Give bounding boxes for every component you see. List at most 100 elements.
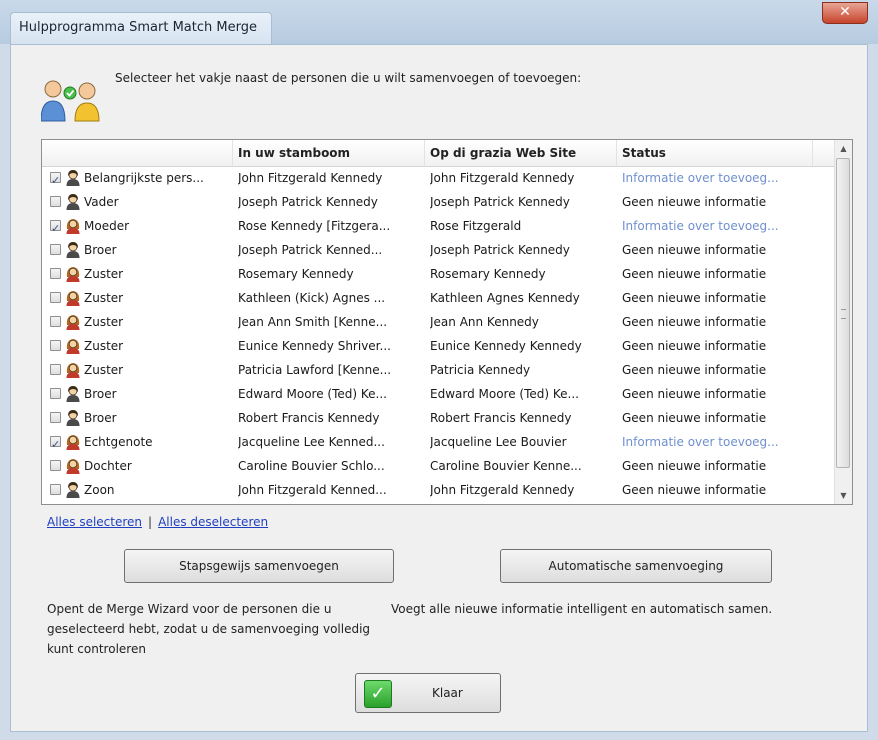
scroll-down-arrow-icon[interactable]: ▼ bbox=[835, 487, 852, 504]
row-checkbox[interactable] bbox=[50, 388, 61, 399]
relation-cell: Dochter bbox=[42, 454, 232, 478]
row-checkbox[interactable] bbox=[50, 364, 61, 375]
site-name-cell: Joseph Patrick Kennedy bbox=[430, 243, 570, 257]
table-row[interactable]: Moeder Rose Kennedy [Fitzgera... Rose Fitz… bbox=[42, 214, 836, 238]
row-checkbox[interactable] bbox=[50, 217, 61, 238]
site-name-cell: Kathleen Agnes Kennedy bbox=[430, 291, 580, 305]
row-checkbox[interactable] bbox=[50, 412, 61, 423]
female-person-icon bbox=[66, 458, 80, 474]
row-checkbox[interactable] bbox=[50, 340, 61, 351]
row-checkbox[interactable] bbox=[50, 316, 61, 327]
table-row[interactable]: Zuster Eunice Kennedy Shriver... Eunice Ke… bbox=[42, 334, 836, 358]
select-all-link[interactable]: Alles selecteren bbox=[47, 515, 142, 529]
row-checkbox[interactable] bbox=[50, 460, 61, 471]
tree-name-cell: Caroline Bouvier Schlo... bbox=[238, 459, 385, 473]
table-row[interactable]: Echtgenote Jacqueline Lee Kenned... Jacque… bbox=[42, 430, 836, 454]
relation-cell: Zuster bbox=[42, 334, 232, 358]
status-cell: Geen nieuwe informatie bbox=[622, 411, 767, 425]
relation-cell: Zuster bbox=[42, 310, 232, 334]
deselect-all-link[interactable]: Alles deselecteren bbox=[158, 515, 268, 529]
row-checkbox[interactable] bbox=[50, 244, 61, 255]
relation-label: Broer bbox=[84, 243, 117, 257]
table-row[interactable]: Zuster Kathleen (Kick) Agnes ... Kathleen … bbox=[42, 286, 836, 310]
table-row[interactable]: Dochter Caroline Bouvier Schlo... Caroline… bbox=[42, 454, 836, 478]
row-checkbox[interactable] bbox=[50, 433, 61, 454]
status-cell: Geen nieuwe informatie bbox=[622, 387, 767, 401]
male-person-icon bbox=[66, 170, 80, 186]
table-row[interactable]: Belangrijkste pers... John Fitzgerald Ken… bbox=[42, 166, 836, 190]
vertical-scrollbar[interactable]: ▲ ▼ bbox=[834, 140, 852, 504]
table-row[interactable]: Zuster Rosemary Kennedy Rosemary Kennedy Ge… bbox=[42, 262, 836, 286]
row-checkbox[interactable] bbox=[50, 292, 61, 303]
table-row[interactable]: Zoon John Fitzgerald Kenned... John Fitzge… bbox=[42, 478, 836, 502]
female-person-icon bbox=[66, 362, 80, 378]
site-name-cell: John Fitzgerald Kennedy bbox=[430, 483, 575, 497]
scroll-thumb[interactable] bbox=[836, 158, 850, 468]
done-button[interactable]: ✓ Klaar bbox=[355, 673, 501, 713]
relation-label: Zuster bbox=[84, 291, 124, 305]
table-row[interactable]: Broer Joseph Patrick Kenned... Joseph Patr… bbox=[42, 238, 836, 262]
step-merge-button[interactable]: Stapsgewijs samenvoegen bbox=[124, 549, 394, 583]
relation-label: Belangrijkste pers... bbox=[84, 171, 204, 185]
close-button[interactable]: ✕ bbox=[822, 2, 868, 24]
tree-name-cell: Jacqueline Lee Kenned... bbox=[238, 435, 385, 449]
female-person-icon bbox=[66, 338, 80, 354]
tree-name-cell: Joseph Patrick Kenned... bbox=[238, 243, 383, 257]
done-button-label: Klaar bbox=[432, 686, 463, 700]
selection-links: Alles selecteren | Alles deselecteren bbox=[47, 515, 268, 529]
site-name-cell: Eunice Kennedy Kennedy bbox=[430, 339, 582, 353]
site-name-cell: Edward Moore (Ted) Ke... bbox=[430, 387, 579, 401]
column-header-select[interactable] bbox=[42, 140, 233, 166]
tree-name-cell: Jean Ann Smith [Kenne... bbox=[238, 315, 388, 329]
auto-merge-button[interactable]: Automatische samenvoeging bbox=[500, 549, 772, 583]
relation-label: Zuster bbox=[84, 267, 124, 281]
status-cell[interactable]: Informatie over toevoeg... bbox=[622, 214, 812, 238]
relation-label: Broer bbox=[84, 411, 117, 425]
status-cell: Geen nieuwe informatie bbox=[622, 339, 767, 353]
female-person-icon bbox=[66, 266, 80, 282]
tree-name-cell: Kathleen (Kick) Agnes ... bbox=[238, 291, 386, 305]
relation-cell: Zuster bbox=[42, 286, 232, 310]
male-person-icon bbox=[66, 194, 80, 210]
status-cell[interactable]: Informatie over toevoeg... bbox=[622, 430, 812, 454]
status-cell[interactable]: Informatie over toevoeg... bbox=[622, 166, 812, 190]
persons-grid[interactable]: In uw stamboom Op di grazia Web Site Sta… bbox=[41, 139, 853, 505]
row-checkbox[interactable] bbox=[50, 196, 61, 207]
dialog-content: Selecteer het vakje naast de personen di… bbox=[10, 44, 868, 732]
table-row[interactable]: Broer Edward Moore (Ted) Ke... Edward Moor… bbox=[42, 382, 836, 406]
status-cell: Geen nieuwe informatie bbox=[622, 315, 767, 329]
column-header-status[interactable]: Status bbox=[622, 140, 813, 166]
row-checkbox[interactable] bbox=[50, 169, 61, 190]
site-name-cell: Robert Francis Kennedy bbox=[430, 411, 572, 425]
table-row[interactable]: Broer Robert Francis Kennedy Robert Franci… bbox=[42, 406, 836, 430]
relation-label: Zuster bbox=[84, 363, 124, 377]
status-cell: Geen nieuwe informatie bbox=[622, 459, 767, 473]
relation-cell: Broer bbox=[42, 382, 232, 406]
relation-label: Zuster bbox=[84, 315, 124, 329]
site-name-cell: Patricia Kennedy bbox=[430, 363, 531, 377]
relation-cell: Zuster bbox=[42, 262, 232, 286]
relation-cell: Zoon bbox=[42, 478, 232, 502]
table-row[interactable]: Zuster Patricia Lawford [Kenne... Patricia… bbox=[42, 358, 836, 382]
title-bar[interactable]: Hulpprogramma Smart Match Merge ✕ bbox=[0, 0, 878, 45]
status-cell: Geen nieuwe informatie bbox=[622, 243, 767, 257]
tree-name-cell: John Fitzgerald Kennedy bbox=[238, 171, 383, 185]
male-person-icon bbox=[66, 242, 80, 258]
scroll-up-arrow-icon[interactable]: ▲ bbox=[835, 140, 852, 157]
site-name-cell: Rosemary Kennedy bbox=[430, 267, 546, 281]
step-merge-description: Opent de Merge Wizard voor de personen d… bbox=[47, 602, 371, 656]
window-title: Hulpprogramma Smart Match Merge bbox=[10, 12, 272, 45]
female-person-icon bbox=[66, 290, 80, 306]
table-row[interactable]: Vader Joseph Patrick Kennedy Joseph Patric… bbox=[42, 190, 836, 214]
tree-name-cell: Joseph Patrick Kennedy bbox=[238, 195, 378, 209]
relation-label: Vader bbox=[84, 195, 119, 209]
column-header-site[interactable]: Op di grazia Web Site bbox=[430, 140, 617, 166]
table-row[interactable]: Zuster Jean Ann Smith [Kenne... Jean Ann K… bbox=[42, 310, 836, 334]
row-checkbox[interactable] bbox=[50, 268, 61, 279]
instruction-text: Selecteer het vakje naast de personen di… bbox=[115, 71, 582, 85]
relation-cell: Broer bbox=[42, 406, 232, 430]
relation-label: Zuster bbox=[84, 339, 124, 353]
female-person-icon bbox=[66, 218, 80, 234]
row-checkbox[interactable] bbox=[50, 484, 61, 495]
column-header-tree[interactable]: In uw stamboom bbox=[238, 140, 425, 166]
